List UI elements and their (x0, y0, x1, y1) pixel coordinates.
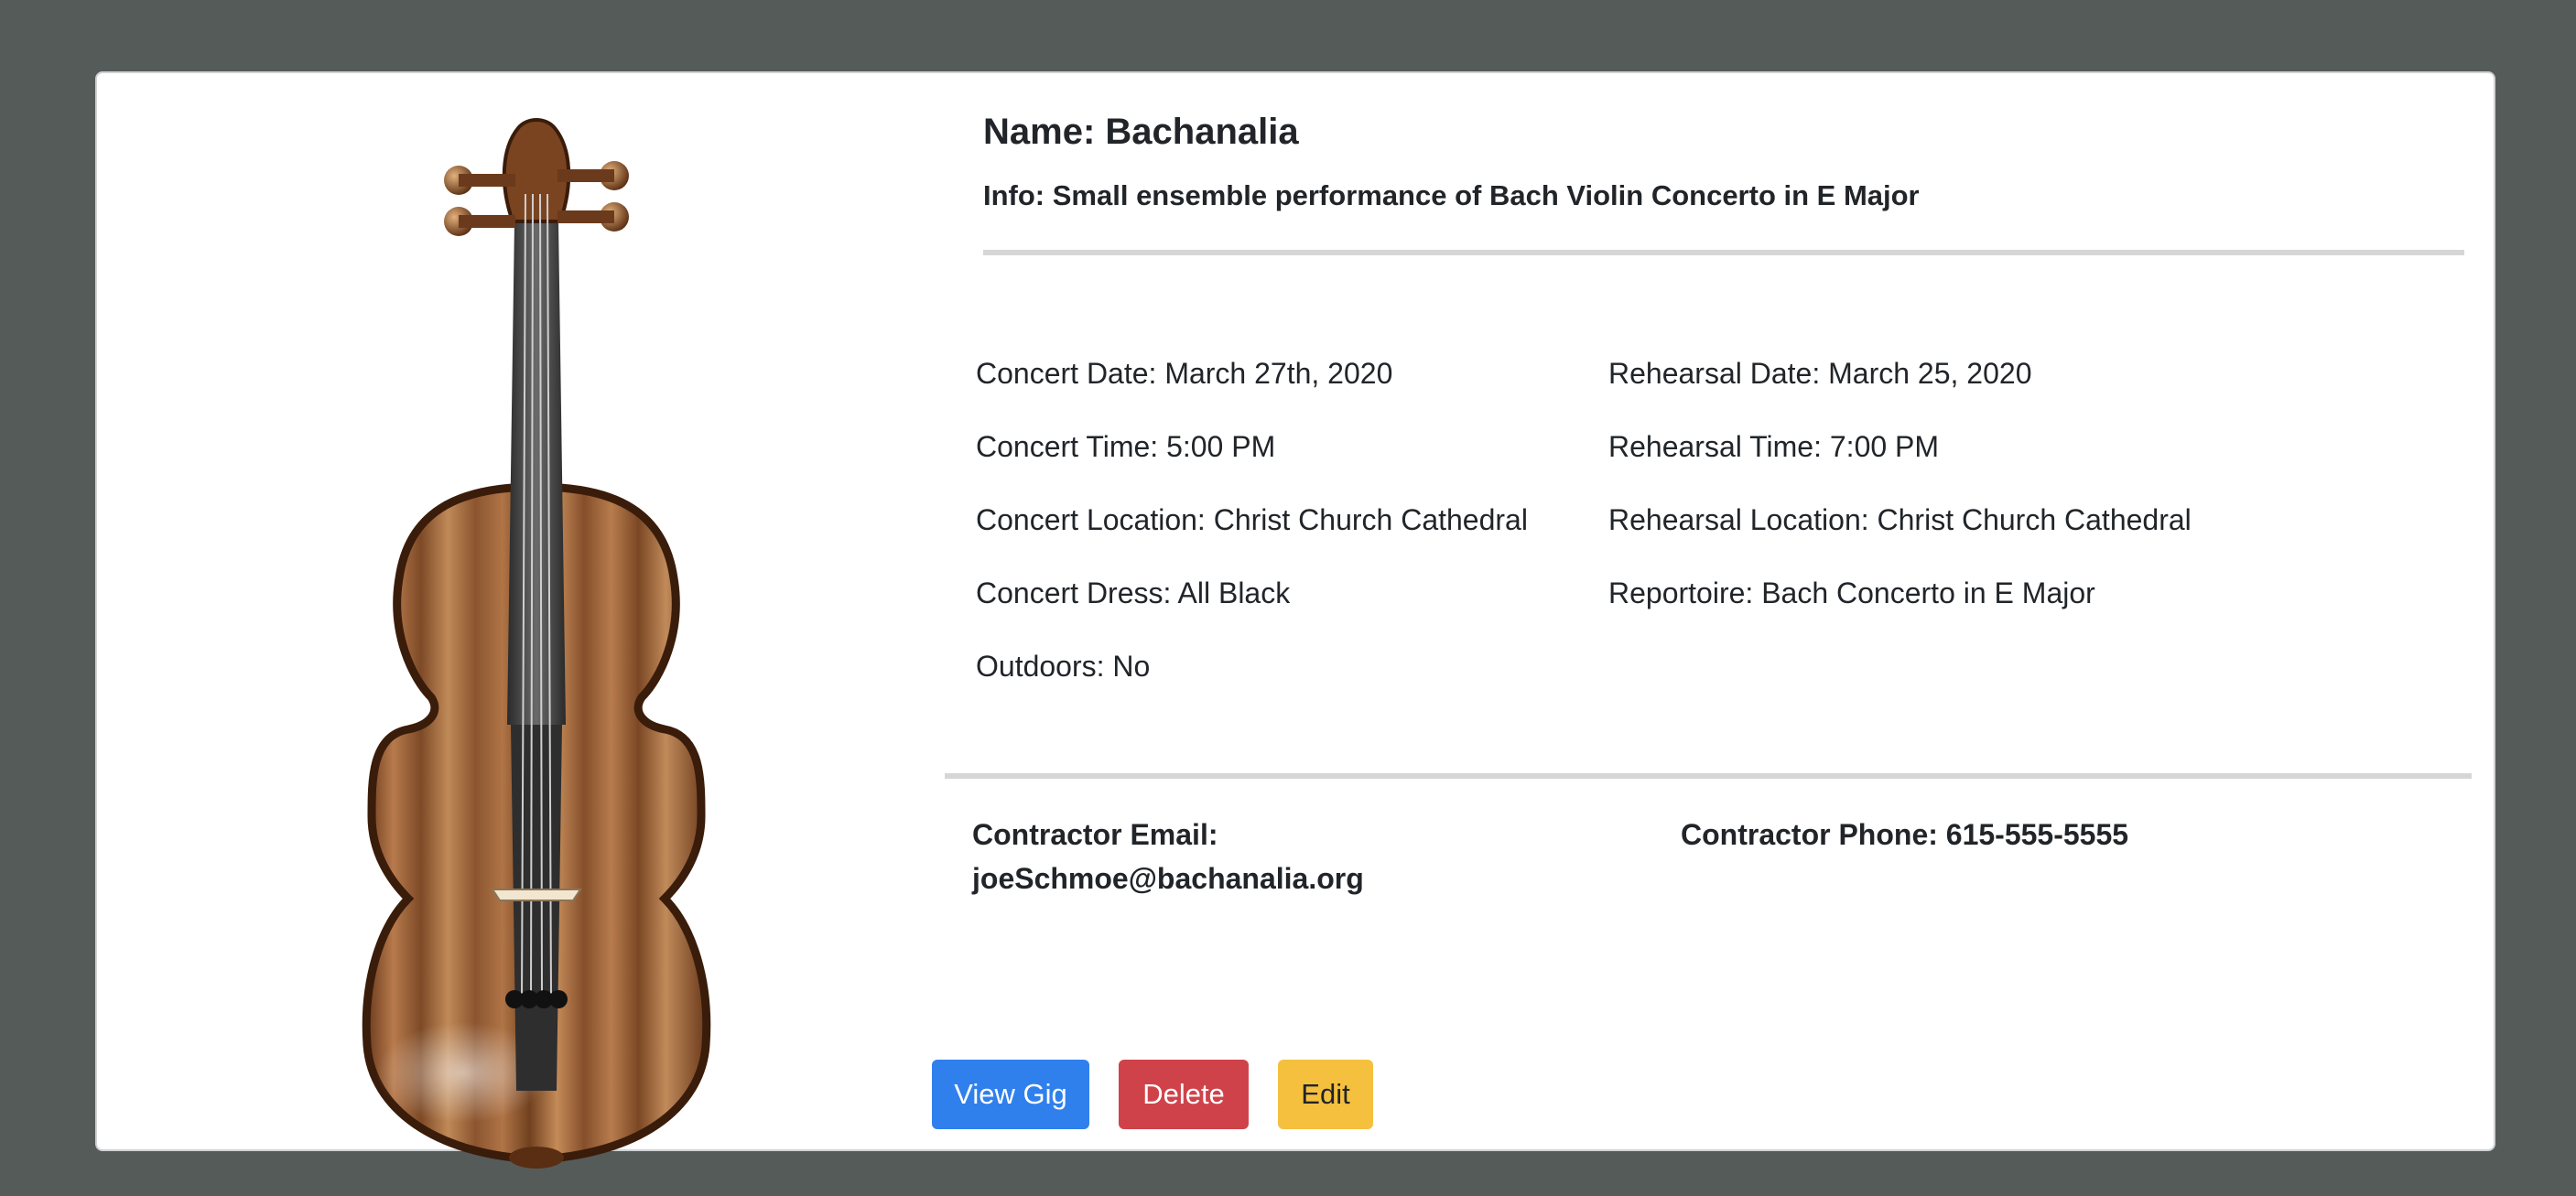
rehearsal-time: Rehearsal Time: 7:00 PM (1608, 430, 1940, 463)
concert-dress: Concert Dress: All Black (976, 576, 1291, 609)
contractor-phone: Contractor Phone: 615-555-5555 (1681, 818, 2129, 851)
contractor-email-value: joeSchmoe@bachanalia.org (972, 862, 1364, 895)
edit-button[interactable]: Edit (1278, 1060, 1373, 1129)
violin-image (253, 84, 820, 1191)
outdoors: Outdoors: No (976, 650, 1151, 683)
concert-time: Concert Time: 5:00 PM (976, 430, 1276, 463)
header-divider (983, 250, 2464, 255)
contact-divider (945, 773, 2472, 779)
rehearsal-date: Rehearsal Date: March 25, 2020 (1608, 357, 2032, 390)
rehearsal-location: Rehearsal Location: Christ Church Cathed… (1608, 503, 2192, 536)
gig-card: Name: Bachanalia Info: Small ensemble pe… (95, 71, 2495, 1169)
concert-location: Concert Location: Christ Church Cathedra… (976, 503, 1528, 536)
contractor-email: Contractor Email: joeSchmoe@bachanalia.o… (972, 813, 1364, 900)
view-gig-button[interactable]: View Gig (932, 1060, 1089, 1129)
delete-button[interactable]: Delete (1119, 1060, 1249, 1129)
gig-info: Info: Small ensemble performance of Bach… (983, 179, 1920, 211)
concert-date: Concert Date: March 27th, 2020 (976, 357, 1393, 390)
gig-name: Name: Bachanalia (983, 112, 1299, 152)
reportoire: Reportoire: Bach Concerto in E Major (1608, 576, 2095, 609)
contractor-email-label: Contractor Email: (972, 818, 1218, 851)
